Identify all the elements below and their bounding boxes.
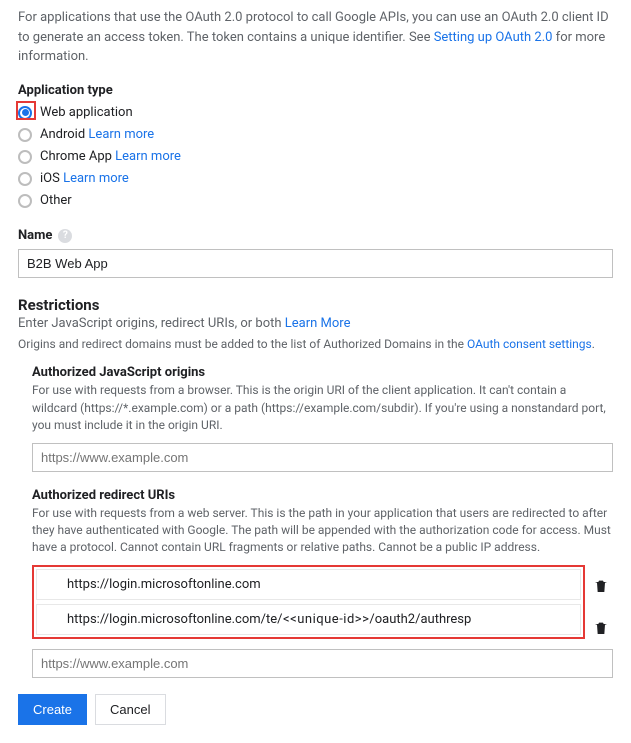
radio-label: iOS Learn more <box>40 170 129 188</box>
radio-label: Android Learn more <box>40 126 154 144</box>
radio-other[interactable]: Other <box>18 190 613 212</box>
learn-more-link[interactable]: Learn more <box>88 127 154 142</box>
learn-more-link[interactable]: Learn More <box>285 316 351 331</box>
application-type-radios: Web application Android Learn more Chrom… <box>18 102 613 213</box>
radio-ios[interactable]: iOS Learn more <box>18 168 613 190</box>
intro-paragraph: For applications that use the OAuth 2.0 … <box>18 8 613 67</box>
redirect-row: https://login.microsoftonline.com/te/<<u… <box>36 604 581 635</box>
trash-icon[interactable] <box>593 578 609 594</box>
setup-oauth-link[interactable]: Setting up OAuth 2.0 <box>434 30 553 45</box>
radio-icon <box>18 194 32 208</box>
restrictions-note: Origins and redirect domains must be add… <box>18 337 613 351</box>
name-input[interactable] <box>18 249 613 278</box>
radio-icon <box>18 106 32 120</box>
radio-icon <box>18 172 32 186</box>
redirect-new-input[interactable] <box>32 649 613 678</box>
cancel-button[interactable]: Cancel <box>95 694 165 725</box>
radio-chrome-app[interactable]: Chrome App Learn more <box>18 146 613 168</box>
create-button[interactable]: Create <box>18 694 87 725</box>
radio-android[interactable]: Android Learn more <box>18 124 613 146</box>
js-origins-section: Authorized JavaScript origins For use wi… <box>32 365 613 471</box>
learn-more-link[interactable]: Learn more <box>63 171 129 186</box>
redirect-input-1[interactable]: https://login.microsoftonline.com <box>36 569 581 600</box>
js-origins-label: Authorized JavaScript origins <box>32 365 613 380</box>
help-icon[interactable]: ? <box>58 229 72 243</box>
restrictions-sub: Enter JavaScript origins, redirect URIs,… <box>18 316 613 331</box>
redirect-desc: For use with requests from a web server.… <box>32 505 613 557</box>
redirect-input-2[interactable]: https://login.microsoftonline.com/te/<<u… <box>36 604 581 635</box>
radio-web-application[interactable]: Web application <box>18 102 613 124</box>
radio-label: Other <box>40 192 72 210</box>
js-origins-desc: For use with requests from a browser. Th… <box>32 382 613 434</box>
redirect-row: https://login.microsoftonline.com <box>36 569 581 600</box>
radio-label: Web application <box>40 104 133 122</box>
redirect-label: Authorized redirect URIs <box>32 488 613 503</box>
radio-icon <box>18 150 32 164</box>
redirect-uris-section: Authorized redirect URIs For use with re… <box>32 488 613 678</box>
learn-more-link[interactable]: Learn more <box>115 149 181 164</box>
radio-icon <box>18 128 32 142</box>
oauth-consent-link[interactable]: OAuth consent settings <box>467 337 592 351</box>
radio-label: Chrome App Learn more <box>40 148 181 166</box>
application-type-label: Application type <box>18 83 613 98</box>
restrictions-title: Restrictions <box>18 296 613 314</box>
js-origins-input[interactable] <box>32 443 613 472</box>
name-label: Name <box>18 228 52 243</box>
